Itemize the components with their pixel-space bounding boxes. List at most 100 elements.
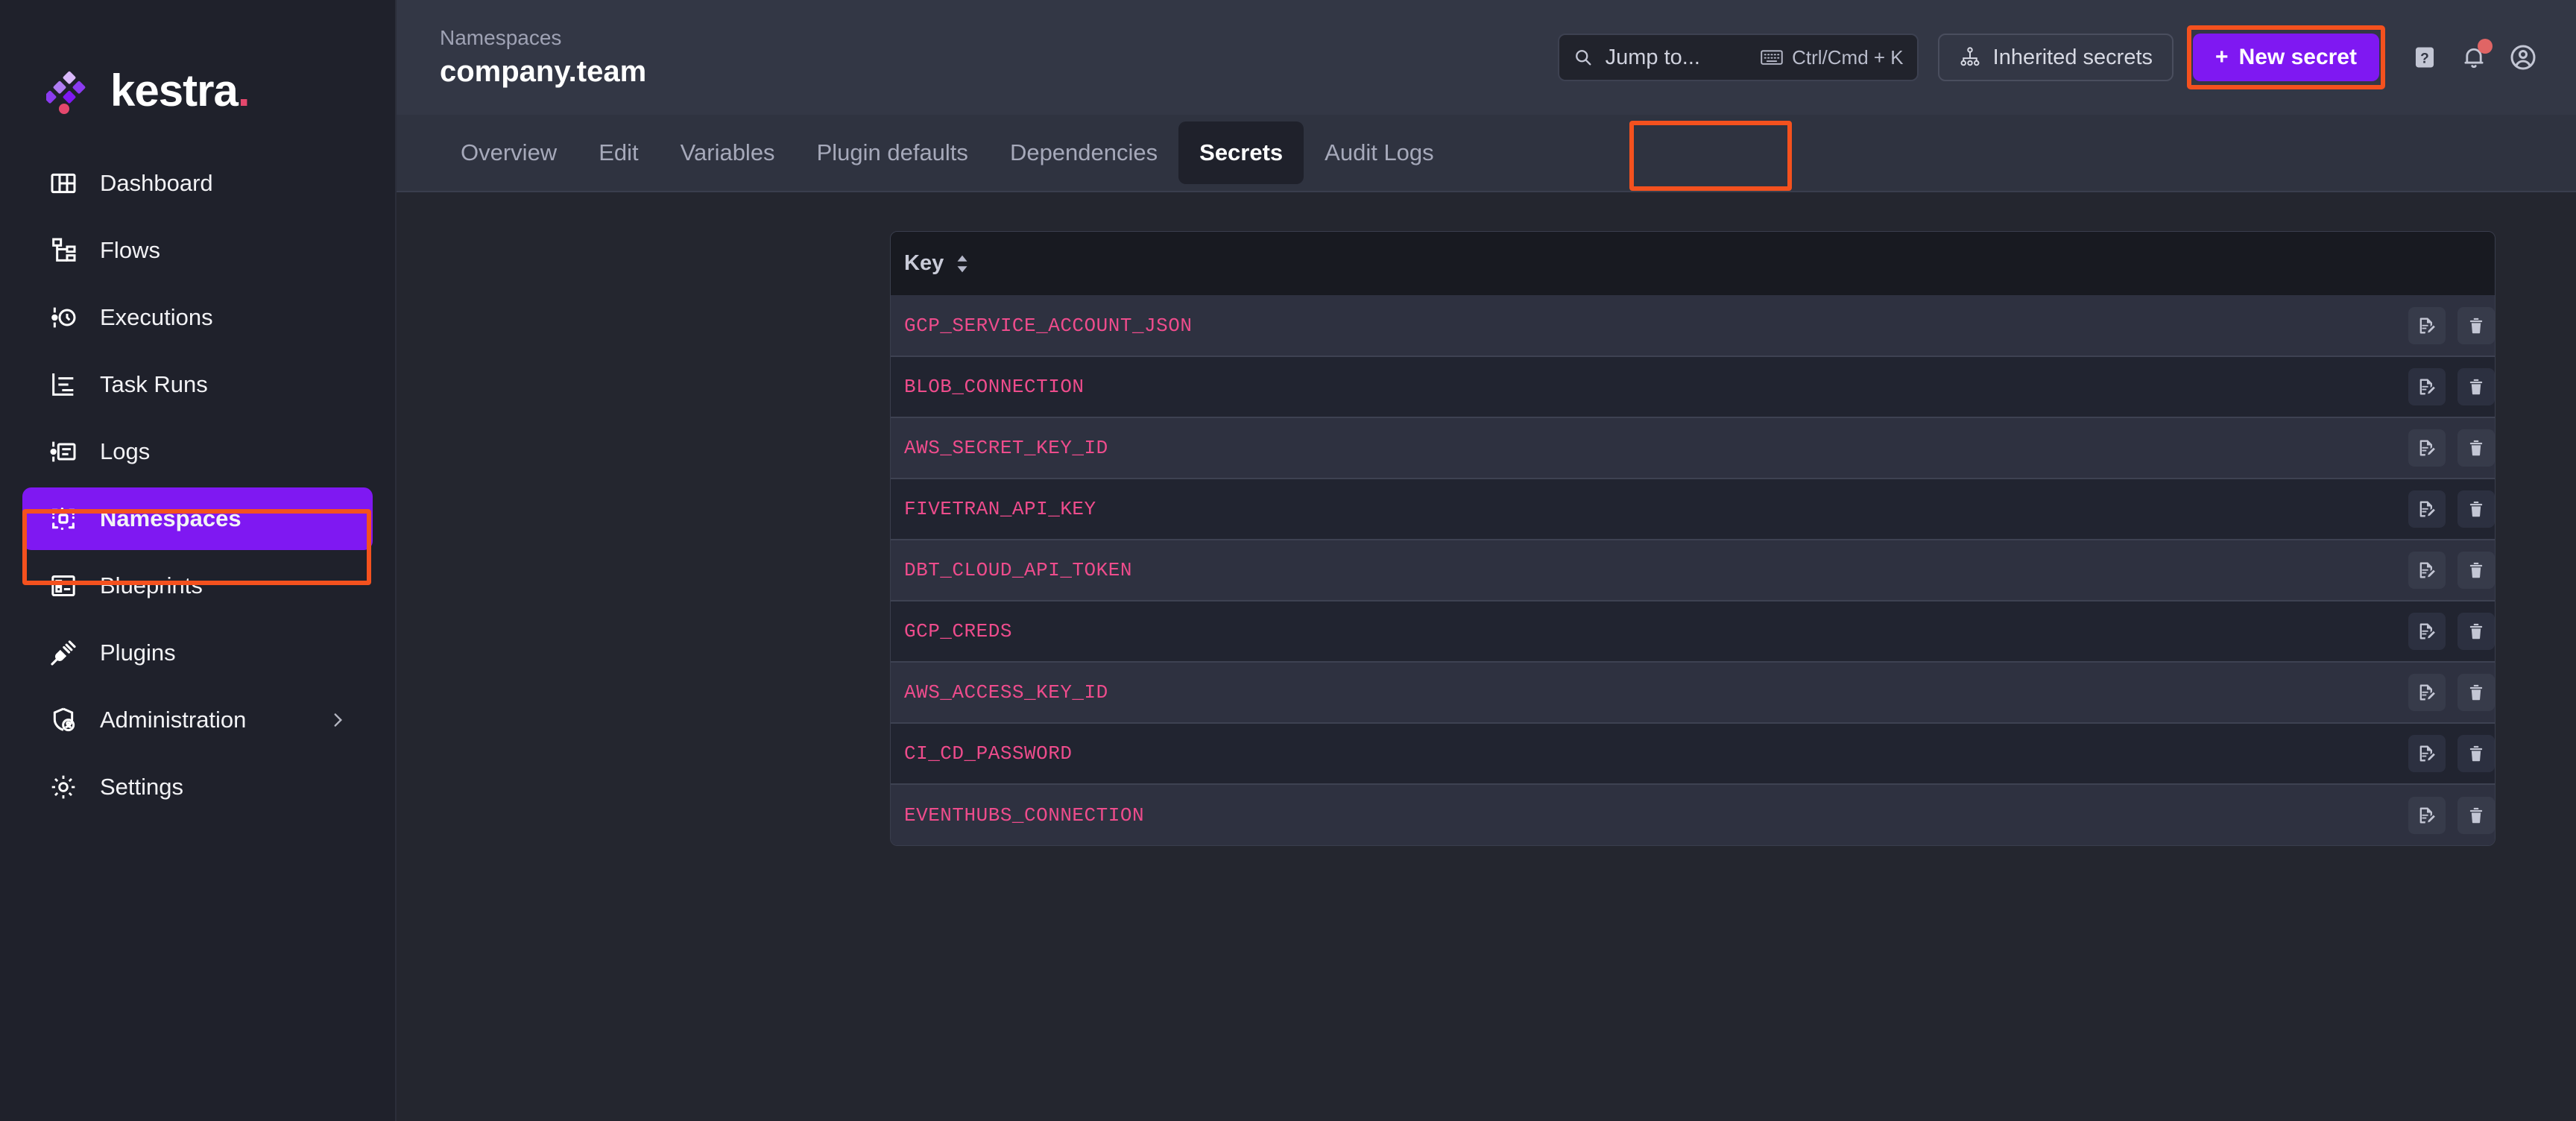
table-row[interactable]: FIVETRAN_API_KEY — [891, 479, 2495, 540]
column-header-actions — [2068, 232, 2495, 295]
sidebar-item-dashboard[interactable]: Dashboard — [22, 152, 373, 215]
breadcrumb-parent[interactable]: Namespaces — [440, 24, 646, 52]
table-row[interactable]: GCP_SERVICE_ACCOUNT_JSON — [891, 295, 2495, 356]
tab-dependencies[interactable]: Dependencies — [989, 128, 1178, 177]
delete-secret-button[interactable] — [2457, 552, 2495, 589]
search-placeholder: Jump to... — [1606, 45, 1700, 70]
sidebar-nav: Dashboard Flows — [0, 152, 395, 818]
tab-secrets[interactable]: Secrets — [1178, 121, 1304, 184]
keyboard-icon — [1761, 48, 1783, 66]
secrets-table: Key — [891, 232, 2495, 845]
delete-secret-button[interactable] — [2457, 735, 2495, 772]
sidebar-item-executions[interactable]: Executions — [22, 286, 373, 349]
svg-text:?: ? — [2420, 51, 2429, 67]
column-header-key[interactable]: Key — [891, 232, 2068, 295]
sidebar-item-label: Flows — [100, 237, 160, 264]
settings-icon — [46, 770, 80, 804]
delete-secret-button[interactable] — [2457, 307, 2495, 344]
tab-plugin-defaults[interactable]: Plugin defaults — [796, 128, 989, 177]
inherited-secrets-button[interactable]: Inherited secrets — [1938, 34, 2174, 81]
secret-key[interactable]: DBT_CLOUD_API_TOKEN — [891, 540, 2068, 601]
row-actions — [2068, 479, 2495, 540]
row-actions — [2068, 784, 2495, 845]
edit-secret-button[interactable] — [2408, 490, 2446, 528]
sidebar-item-blueprints[interactable]: Blueprints — [22, 555, 373, 617]
sidebar-item-task-runs[interactable]: Task Runs — [22, 353, 373, 416]
delete-secret-button[interactable] — [2457, 797, 2495, 834]
help-button[interactable]: ? — [2405, 37, 2445, 78]
tab-variables[interactable]: Variables — [660, 128, 796, 177]
blueprints-icon — [46, 569, 80, 603]
sidebar: kestra. Dashboard — [0, 0, 397, 1121]
secret-key[interactable]: EVENTHUBS_CONNECTION — [891, 784, 2068, 845]
tab-edit[interactable]: Edit — [578, 128, 659, 177]
table-row[interactable]: EVENTHUBS_CONNECTION — [891, 784, 2495, 845]
column-header-label: Key — [904, 251, 944, 276]
sidebar-item-label: Namespaces — [100, 505, 242, 532]
table-row[interactable]: AWS_SECRET_KEY_ID — [891, 417, 2495, 479]
row-actions — [2068, 295, 2495, 356]
sidebar-item-flows[interactable]: Flows — [22, 219, 373, 282]
administration-icon — [46, 703, 80, 737]
table-head: Key — [891, 232, 2495, 295]
sidebar-item-label: Logs — [100, 438, 150, 465]
account-button[interactable] — [2503, 37, 2543, 78]
row-actions — [2068, 662, 2495, 723]
row-actions — [2068, 723, 2495, 784]
table-row[interactable]: CI_CD_PASSWORD — [891, 723, 2495, 784]
search-shortcut-label: Ctrl/Cmd + K — [1792, 46, 1904, 69]
new-secret-button[interactable]: + New secret — [2193, 34, 2379, 81]
edit-secret-button[interactable] — [2408, 429, 2446, 467]
secret-key[interactable]: BLOB_CONNECTION — [891, 356, 2068, 417]
sidebar-item-label: Plugins — [100, 640, 176, 666]
edit-secret-button[interactable] — [2408, 307, 2446, 344]
table-row[interactable]: BLOB_CONNECTION — [891, 356, 2495, 417]
edit-secret-button[interactable] — [2408, 552, 2446, 589]
delete-secret-button[interactable] — [2457, 613, 2495, 650]
tab-overview[interactable]: Overview — [440, 128, 578, 177]
secrets-table-card: Key — [890, 231, 2496, 846]
delete-secret-button[interactable] — [2457, 368, 2495, 405]
edit-secret-button[interactable] — [2408, 735, 2446, 772]
sidebar-item-administration[interactable]: Administration — [22, 689, 373, 751]
brand-name: kestra. — [110, 69, 249, 113]
edit-secret-button[interactable] — [2408, 674, 2446, 711]
delete-secret-button[interactable] — [2457, 674, 2495, 711]
table-body: GCP_SERVICE_ACCOUNT_JSON — [891, 295, 2495, 845]
secret-key[interactable]: GCP_SERVICE_ACCOUNT_JSON — [891, 295, 2068, 356]
edit-secret-button[interactable] — [2408, 613, 2446, 650]
brand-logo[interactable]: kestra. — [0, 0, 395, 127]
sidebar-item-settings[interactable]: Settings — [22, 756, 373, 818]
sidebar-item-label: Executions — [100, 304, 213, 331]
table-header-row: Key — [891, 232, 2495, 295]
notifications-button[interactable] — [2454, 37, 2494, 78]
edit-secret-button[interactable] — [2408, 797, 2446, 834]
sidebar-item-plugins[interactable]: Plugins — [22, 622, 373, 684]
sidebar-item-label: Settings — [100, 774, 183, 801]
tab-bar: Overview Edit Variables Plugin defaults … — [397, 115, 2576, 192]
namespaces-icon — [46, 502, 80, 536]
secret-key[interactable]: AWS_SECRET_KEY_ID — [891, 417, 2068, 479]
sidebar-item-namespaces[interactable]: Namespaces — [22, 487, 373, 550]
plus-icon: + — [2215, 45, 2229, 70]
hierarchy-icon — [1959, 46, 1981, 69]
secret-key[interactable]: FIVETRAN_API_KEY — [891, 479, 2068, 540]
table-row[interactable]: GCP_CREDS — [891, 601, 2495, 662]
tab-audit-logs[interactable]: Audit Logs — [1304, 128, 1455, 177]
dashboard-icon — [46, 166, 80, 200]
table-row[interactable]: DBT_CLOUD_API_TOKEN — [891, 540, 2495, 601]
sort-updown-icon[interactable] — [954, 254, 970, 274]
inherited-secrets-label: Inherited secrets — [1993, 45, 2153, 70]
secret-key[interactable]: GCP_CREDS — [891, 601, 2068, 662]
secret-key[interactable]: AWS_ACCESS_KEY_ID — [891, 662, 2068, 723]
account-icon — [2508, 42, 2538, 72]
delete-secret-button[interactable] — [2457, 490, 2495, 528]
sidebar-item-logs[interactable]: Logs — [22, 420, 373, 483]
new-secret-label: New secret — [2239, 45, 2357, 70]
delete-secret-button[interactable] — [2457, 429, 2495, 467]
search-input[interactable]: Jump to... Ctrl/Cmd + K — [1558, 34, 1919, 81]
secret-key[interactable]: CI_CD_PASSWORD — [891, 723, 2068, 784]
new-secret-wrapper: + New secret — [2193, 34, 2379, 81]
table-row[interactable]: AWS_ACCESS_KEY_ID — [891, 662, 2495, 723]
edit-secret-button[interactable] — [2408, 368, 2446, 405]
